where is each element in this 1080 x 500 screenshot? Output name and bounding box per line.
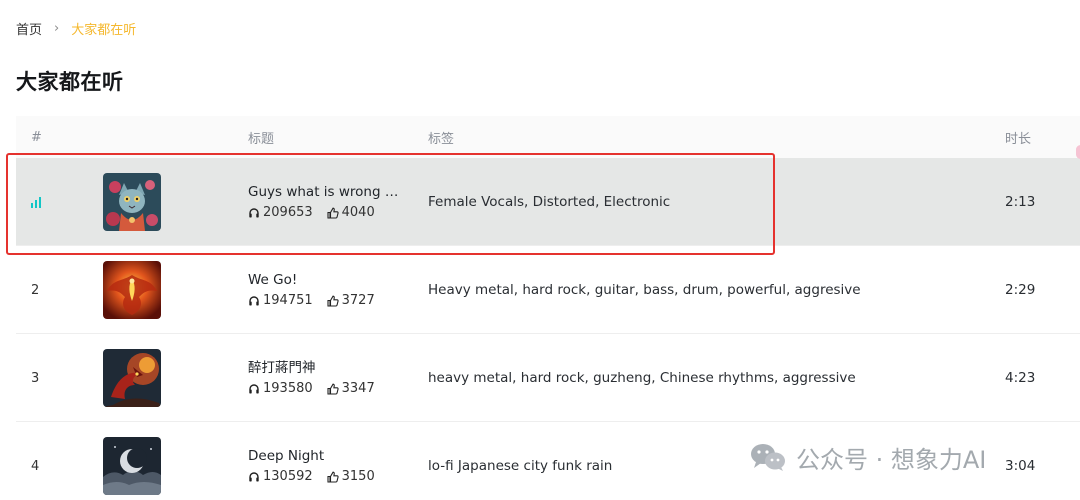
headphones-icon: [249, 383, 259, 393]
header-title: 标题: [248, 131, 275, 147]
play-count: 193580: [263, 380, 313, 396]
dragon-cover-image: [103, 349, 161, 407]
page-title: 大家都在听: [16, 70, 124, 94]
cat-art-cover-image: [103, 173, 161, 231]
song-title[interactable]: We Go!: [248, 270, 408, 290]
header-index: #: [31, 129, 42, 145]
play-count: 194751: [263, 292, 313, 308]
row-index: 4: [31, 458, 40, 474]
phoenix-cover-image: [103, 261, 161, 319]
song-title[interactable]: 醉打蔣門神: [248, 358, 408, 378]
dragon-cover[interactable]: [103, 349, 161, 407]
like-count: 4040: [341, 204, 375, 220]
table-row[interactable]: 2 We Go! 194751 3727 Heavy metal, hard r…: [16, 246, 1080, 334]
watermark: 公众号 · 想象力AI: [750, 440, 986, 474]
thumbs-up-icon: [327, 207, 339, 219]
song-title[interactable]: Guys what is wrong wit...: [248, 182, 408, 202]
song-tags: lo-fi Japanese city funk rain: [428, 458, 613, 474]
like-count: 3727: [341, 292, 375, 308]
song-duration: 2:13: [1005, 194, 1036, 210]
headphones-icon: [249, 207, 259, 217]
headphones-icon: [249, 295, 259, 305]
song-tags: heavy metal, hard rock, guzheng, Chinese…: [428, 370, 856, 386]
thumbs-up-icon: [327, 471, 339, 483]
table-row[interactable]: 3 醉打蔣門神 193580 3347 heavy metal, hard ro…: [16, 334, 1080, 422]
song-duration: 4:23: [1005, 370, 1036, 386]
header-duration: 时长: [1005, 131, 1032, 147]
breadcrumb-home-link[interactable]: 首页: [16, 19, 42, 38]
table-row[interactable]: Guys what is wrong wit... 209653 4040 Fe…: [16, 158, 1080, 246]
moon-night-cover-image: [103, 437, 161, 495]
thumbs-up-icon: [327, 295, 339, 307]
song-tags: Female Vocals, Distorted, Electronic: [428, 194, 671, 210]
headphones-icon: [249, 471, 259, 481]
like-count: 3347: [341, 380, 375, 396]
moon-night-cover[interactable]: [103, 437, 161, 495]
breadcrumb-separator-icon: ›: [54, 20, 60, 36]
header-tags: 标签: [428, 131, 455, 147]
play-count: 130592: [263, 468, 313, 484]
row-index: 2: [31, 282, 40, 298]
song-title[interactable]: Deep Night: [248, 446, 408, 466]
cat-art-cover[interactable]: [103, 173, 161, 231]
watermark-text: 公众号 · 想象力AI: [796, 445, 987, 474]
phoenix-cover[interactable]: [103, 261, 161, 319]
breadcrumb-current: 大家都在听: [71, 22, 137, 38]
song-duration: 3:04: [1005, 458, 1036, 474]
breadcrumb: 首页 › 大家都在听: [16, 18, 136, 38]
table-header: # 标题 标签 时长: [16, 116, 1080, 158]
song-tags: Heavy metal, hard rock, guitar, bass, dr…: [428, 282, 861, 298]
row-index: 3: [31, 370, 40, 386]
song-duration: 2:29: [1005, 282, 1036, 298]
now-playing-icon: [31, 196, 41, 208]
thumbs-up-icon: [327, 383, 339, 395]
play-count: 209653: [263, 204, 313, 220]
like-count: 3150: [341, 468, 375, 484]
wechat-icon: [751, 444, 785, 471]
edge-scroll-indicator: [1076, 145, 1080, 159]
